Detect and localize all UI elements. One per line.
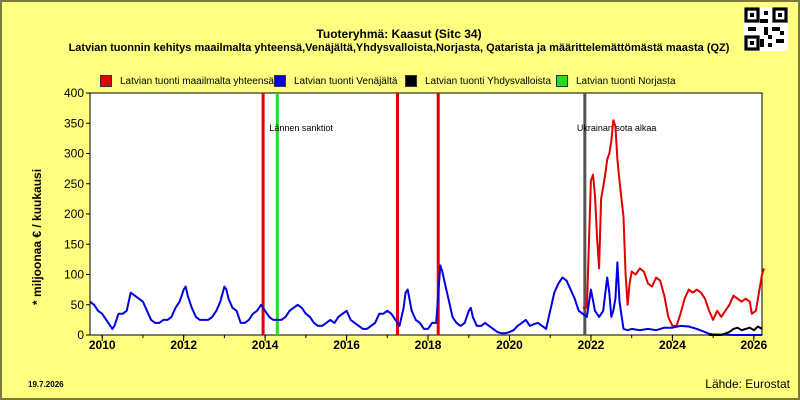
y-tick-label: 250	[64, 177, 84, 191]
y-tick-label: 50	[71, 298, 85, 312]
x-tick-label: 2026	[741, 338, 768, 352]
x-tick-label: 2020	[496, 338, 523, 352]
y-tick-label: 400	[64, 86, 84, 100]
y-tick-label: 150	[64, 237, 84, 251]
source-note: Lähde: Eurostat	[705, 377, 790, 391]
y-tick-label: 350	[64, 116, 84, 130]
event-label: Lännen sanktiot	[269, 123, 333, 133]
line-chart: Lännen sanktiot Ukrainan sota alkaa050100…	[64, 86, 768, 352]
y-tick-label: 100	[64, 268, 84, 282]
x-tick-label: 2012	[170, 338, 197, 352]
update-date: 19.7.2026	[28, 380, 64, 389]
x-tick-label: 2010	[89, 338, 116, 352]
y-tick-label: 0	[77, 328, 84, 342]
x-tick-label: 2022	[578, 338, 605, 352]
x-tick-label: 2014	[252, 338, 279, 352]
y-tick-label: 200	[64, 207, 84, 221]
x-tick-label: 2016	[333, 338, 360, 352]
x-tick-label: 2024	[659, 338, 686, 352]
x-tick-label: 2018	[415, 338, 442, 352]
plot-area	[89, 92, 763, 336]
y-tick-label: 300	[64, 147, 84, 161]
